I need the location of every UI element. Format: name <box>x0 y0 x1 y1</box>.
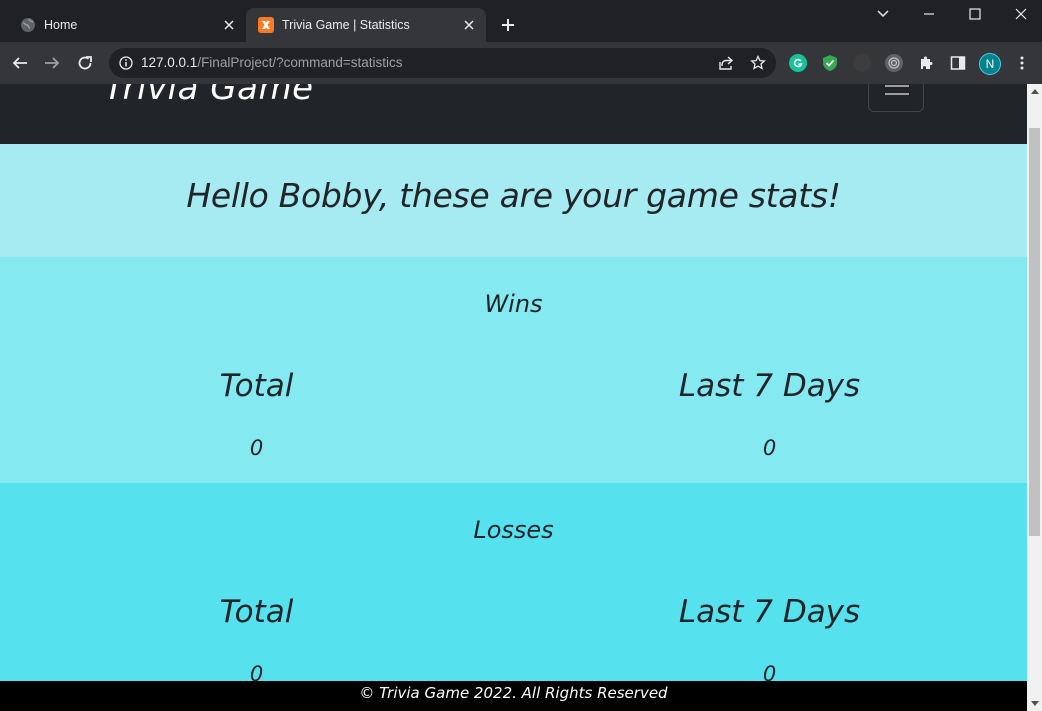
globe-icon <box>20 17 36 33</box>
losses-last7-label: Last 7 Days <box>678 594 861 630</box>
maximize-icon[interactable] <box>965 4 985 24</box>
url-host: 127.0.0.1 <box>141 55 198 70</box>
page-title: Hello Bobby, these are your game stats! <box>186 176 841 215</box>
scrollbar-thumb[interactable] <box>1029 128 1040 536</box>
wins-section: Wins Total 0 Last 7 Days 0 <box>0 257 1027 483</box>
browser-toolbar: 127.0.0.1/FinalProject/?command=statisti… <box>0 42 1042 84</box>
close-tab-icon[interactable] <box>461 17 477 33</box>
grammarly-icon[interactable] <box>789 54 807 72</box>
hamburger-icon <box>885 85 909 87</box>
forward-icon[interactable] <box>40 51 64 75</box>
extension-spiral-icon[interactable] <box>885 54 903 72</box>
tab-title: Home <box>44 18 78 32</box>
greeting-banner: Hello Bobby, these are your game stats! <box>0 144 1027 257</box>
wins-last7-value: 0 <box>762 436 777 460</box>
extensions-puzzle-icon[interactable] <box>917 54 935 72</box>
side-panel-icon[interactable] <box>949 54 967 72</box>
url-path: /FinalProject/?command=statistics <box>197 55 403 70</box>
wins-heading: Wins <box>484 290 543 318</box>
minimize-icon[interactable] <box>919 4 939 24</box>
tab-title: Trivia Game | Statistics <box>282 18 410 32</box>
tab-statistics[interactable]: Trivia Game | Statistics <box>246 8 486 42</box>
hamburger-icon <box>885 93 909 95</box>
xampp-icon <box>258 17 274 33</box>
site-navbar: Trivia Game <box>0 84 1027 144</box>
scroll-down-icon[interactable] <box>1031 701 1039 706</box>
shield-check-icon[interactable] <box>821 54 839 72</box>
back-icon[interactable] <box>8 51 32 75</box>
reload-icon[interactable] <box>73 51 97 75</box>
losses-heading: Losses <box>473 516 554 544</box>
more-menu-icon[interactable] <box>1013 54 1031 72</box>
losses-section: Losses Total 0 Last 7 Days 0 <box>0 483 1027 711</box>
site-footer: © Trivia Game 2022. All Rights Reserved <box>0 681 1027 711</box>
new-tab-icon[interactable] <box>498 15 518 35</box>
tab-home[interactable]: Home <box>8 8 246 42</box>
scroll-up-icon[interactable] <box>1031 89 1039 94</box>
bookmark-star-icon[interactable] <box>749 54 767 72</box>
vertical-scrollbar[interactable] <box>1027 84 1042 711</box>
tab-search-icon[interactable] <box>873 4 893 24</box>
profile-avatar[interactable]: N <box>979 53 1001 75</box>
tab-strip: Home Trivia Game | Statistics <box>0 0 1042 42</box>
wins-total-label: Total <box>219 368 294 404</box>
navbar-brand[interactable]: Trivia Game <box>104 84 313 108</box>
navbar-toggler-button[interactable] <box>868 84 924 112</box>
extension-disabled-icon[interactable] <box>853 54 871 72</box>
losses-total-label: Total <box>219 594 294 630</box>
share-icon[interactable] <box>717 54 735 72</box>
address-bar[interactable]: 127.0.0.1/FinalProject/?command=statisti… <box>109 48 776 78</box>
wins-total-value: 0 <box>249 436 264 460</box>
site-info-icon[interactable] <box>118 55 134 71</box>
close-window-icon[interactable] <box>1011 4 1031 24</box>
close-tab-icon[interactable] <box>221 17 237 33</box>
url-text[interactable]: 127.0.0.1/FinalProject/?command=statisti… <box>141 55 403 70</box>
wins-last7-label: Last 7 Days <box>678 368 861 404</box>
page-viewport: Trivia Game Hello Bobby, these are your … <box>0 84 1027 711</box>
